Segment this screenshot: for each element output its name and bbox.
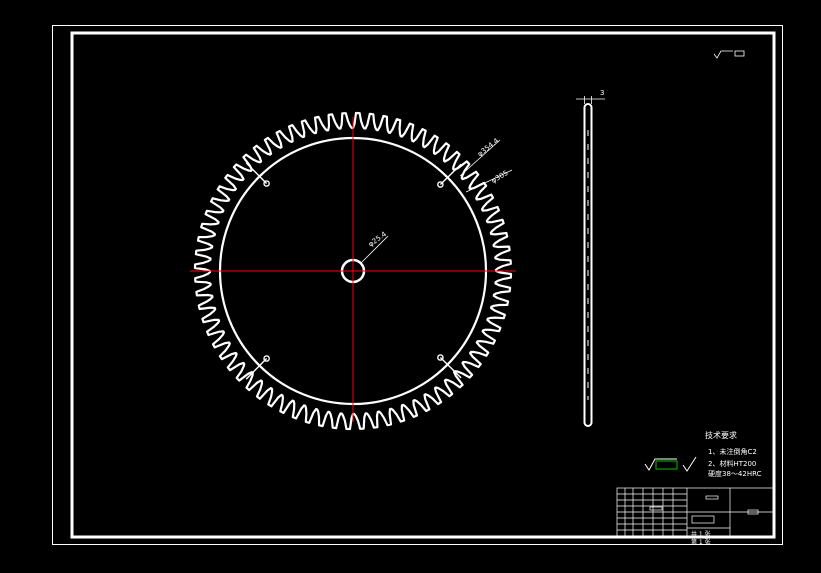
blade-side-view — [576, 96, 605, 427]
side-view-body — [583, 103, 593, 427]
tech-req-line-1: 1、未注倒角C2 — [708, 448, 757, 456]
thickness-dimension — [576, 96, 605, 104]
sheet-outer-border — [52, 25, 783, 545]
roughness-check-icon — [682, 456, 697, 472]
roughness-value-box — [655, 460, 678, 470]
tech-req-line-2: 2、材料HT200 — [708, 460, 757, 468]
thickness-label: 3 — [600, 89, 605, 97]
sheet-number-label: 第 1 张 — [691, 539, 711, 546]
roughness-symbol-top-right — [713, 50, 745, 59]
tech-req-title: 技术要求 — [705, 431, 737, 440]
roughness-symbol-general — [644, 456, 697, 472]
cad-drawing-sheet — [52, 25, 783, 545]
tech-req-line-3: 硬度38～42HRC — [708, 470, 762, 478]
